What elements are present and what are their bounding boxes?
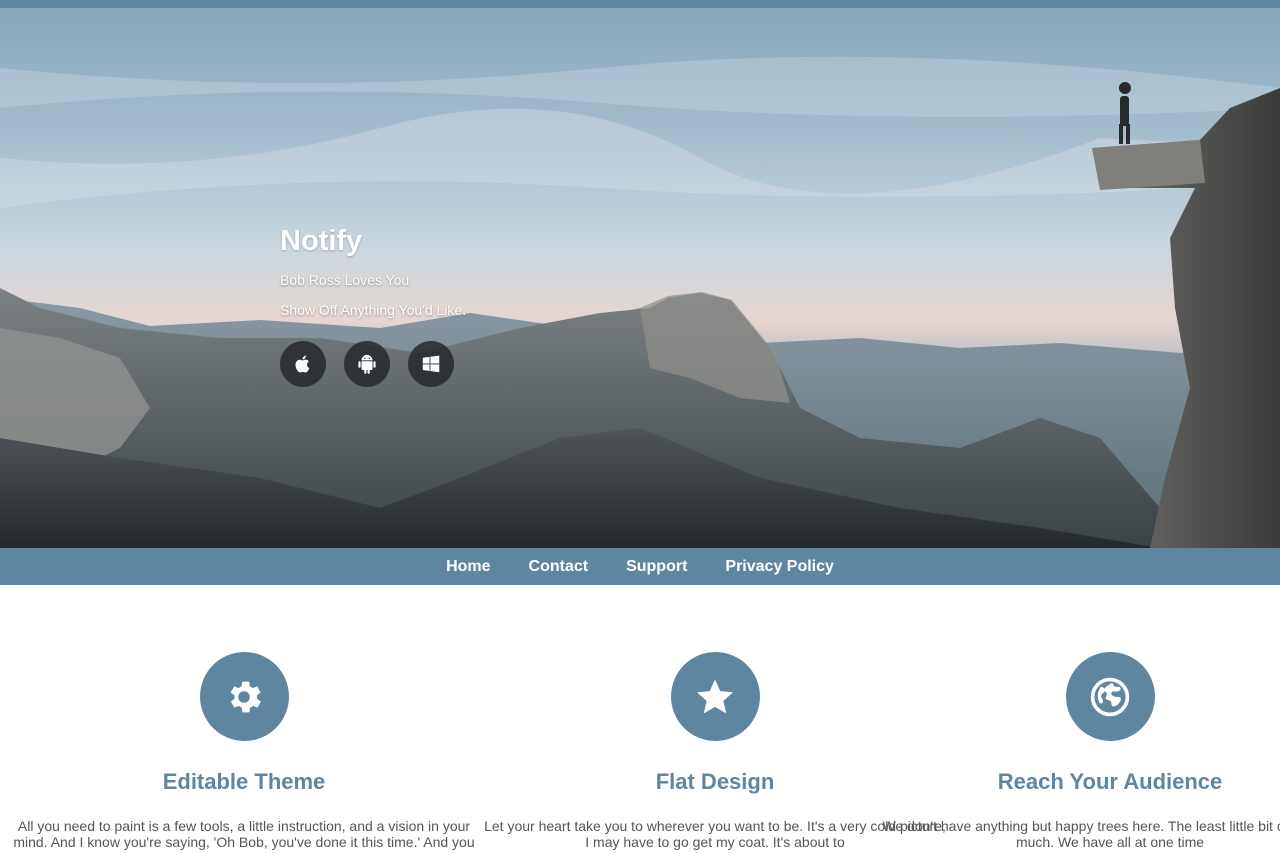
feature-editable-theme: Editable Theme All you need to paint is … [4, 652, 484, 850]
nav-home[interactable]: Home [427, 548, 509, 585]
feature-title: Reach Your Audience [997, 769, 1223, 794]
apple-store-button[interactable] [280, 341, 326, 387]
feature-icon-circle [670, 652, 760, 741]
top-accent-bar [0, 0, 1280, 8]
nav-privacy-policy[interactable]: Privacy Policy [706, 548, 853, 585]
feature-description: All you need to paint is a few tools, a … [13, 818, 475, 850]
globe-icon [1090, 677, 1130, 716]
apple-icon [295, 355, 310, 373]
main-navigation: Home Contact Support Privacy Policy [0, 548, 1280, 585]
feature-icon-circle [199, 652, 289, 741]
hero-banner: Notify Bob Ross Loves You Show Off Anyth… [0, 8, 1280, 548]
hero-content: Notify Bob Ross Loves You Show Off Anyth… [280, 223, 680, 387]
site-title: Notify [280, 225, 363, 257]
hero-subtagline: Show Off Anything You'd Like. [280, 302, 467, 318]
nav-support[interactable]: Support [607, 548, 706, 585]
android-icon [358, 354, 376, 374]
windows-icon [422, 355, 440, 373]
nav-contact[interactable]: Contact [510, 548, 608, 585]
star-icon [697, 679, 733, 713]
gear-icon [230, 681, 261, 712]
store-buttons [280, 341, 680, 387]
feature-title: Editable Theme [162, 769, 326, 794]
hero-tagline: Bob Ross Loves You [280, 272, 410, 288]
feature-icon-circle [1065, 652, 1155, 741]
android-store-button[interactable] [344, 341, 390, 387]
feature-reach-audience: Reach Your Audience We don't have anythi… [870, 652, 1280, 850]
feature-description: We don't have anything but happy trees h… [882, 818, 1280, 850]
windows-store-button[interactable] [408, 341, 454, 387]
